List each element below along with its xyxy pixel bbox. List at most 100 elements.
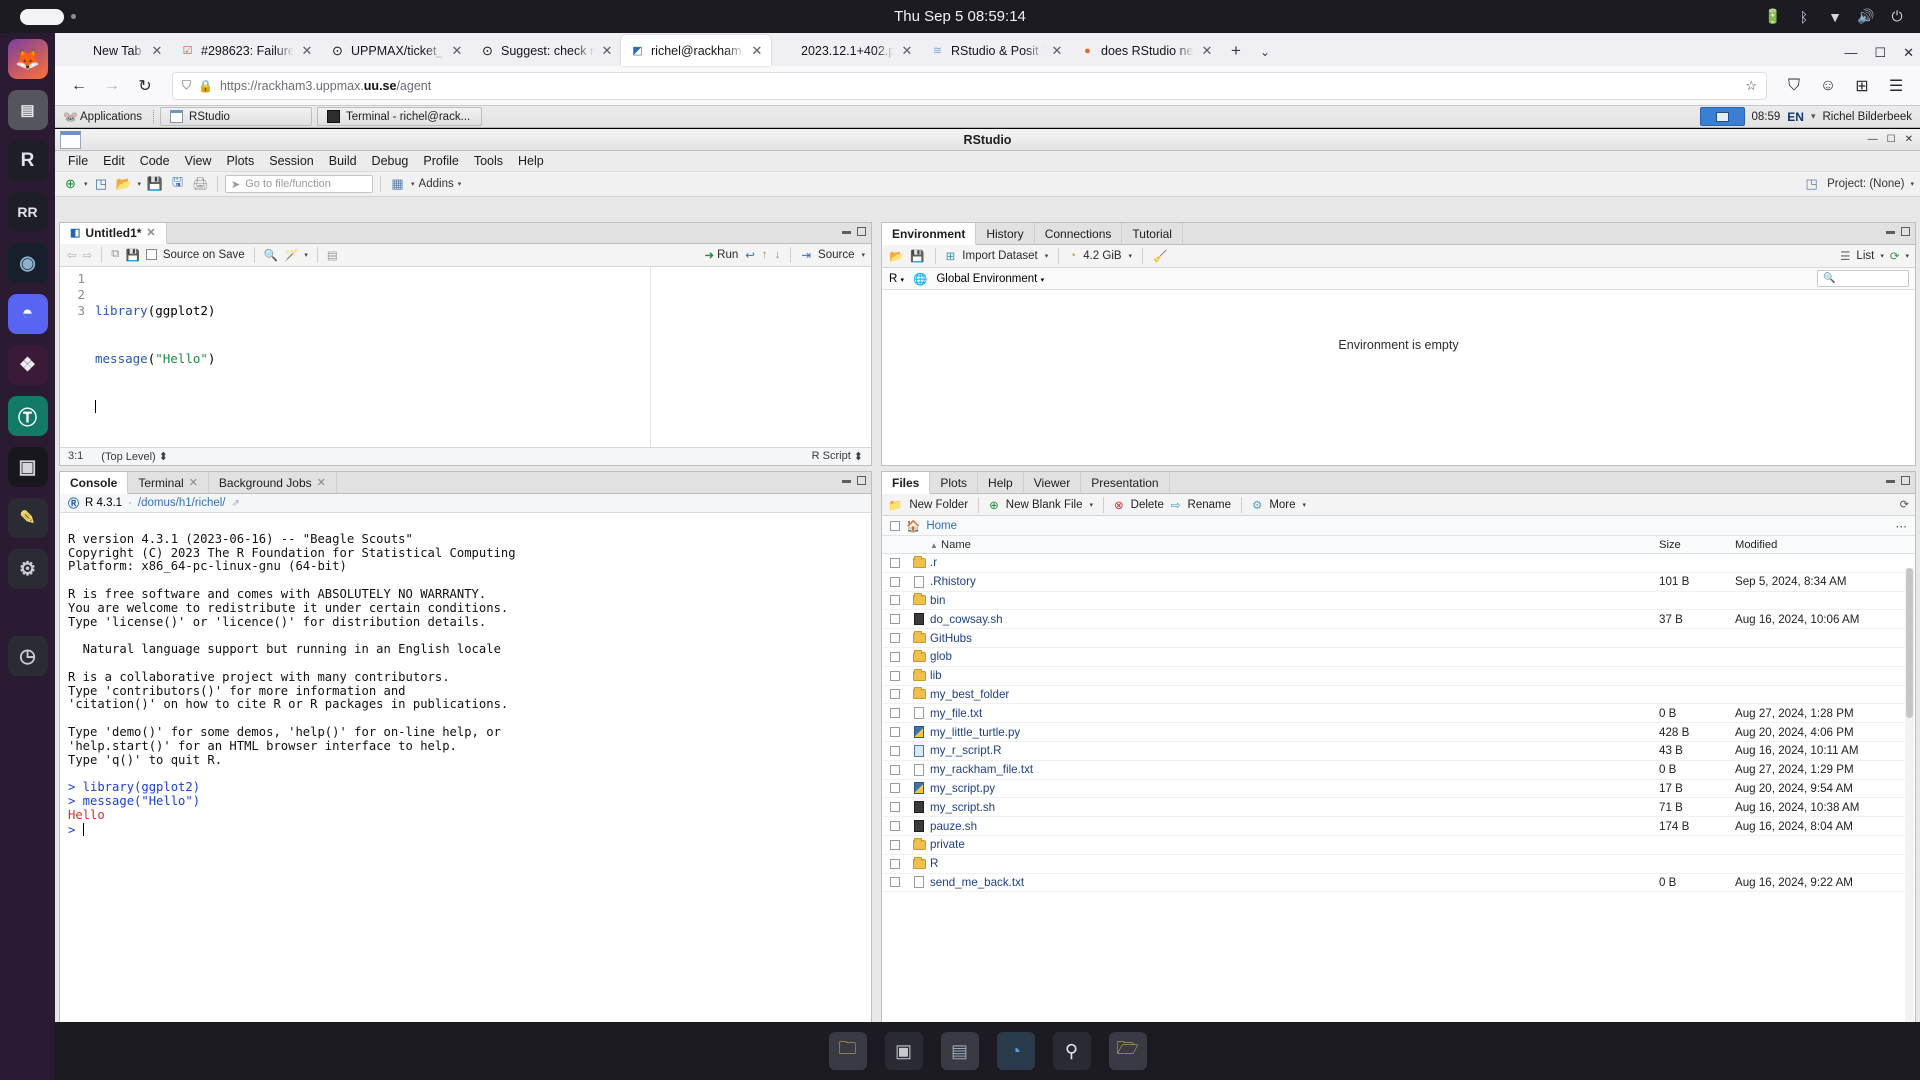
tab-presentation[interactable]: Presentation (1081, 472, 1170, 493)
file-name[interactable]: lib (930, 669, 1659, 682)
lock-icon[interactable]: 🔒 (198, 79, 213, 93)
row-checkbox[interactable] (890, 727, 900, 738)
run-button[interactable]: ➜ Run (705, 248, 739, 262)
file-row[interactable]: private (882, 836, 1915, 855)
row-checkbox[interactable] (890, 858, 900, 869)
save-source-icon[interactable]: 💾 (126, 248, 140, 262)
tab-close-icon[interactable]: ✕ (150, 43, 164, 59)
dock-item-firefox[interactable]: 🦊 (7, 39, 48, 79)
environment-selector[interactable]: Global Environment ▾ (936, 273, 1044, 285)
clear-objects-icon[interactable]: 🧹 (1153, 249, 1167, 263)
code-tools-caret-icon[interactable]: ▾ (304, 251, 308, 259)
browser-tab[interactable]: ☑ #298623: Failure to op ✕ (171, 35, 321, 66)
dock-item-clock[interactable]: ◷ (7, 636, 48, 676)
document-type-selector[interactable]: R Script ⬍ (812, 450, 863, 463)
row-checkbox[interactable] (890, 764, 900, 775)
delete-button[interactable]: Delete (1131, 499, 1164, 511)
reload-button[interactable]: ↻ (130, 72, 160, 100)
tab-environment[interactable]: Environment (882, 223, 977, 245)
file-row[interactable]: my_little_turtle.py 428 B Aug 20, 2024, 4:… (882, 723, 1915, 742)
user-name-label[interactable]: Richel Bilderbeek (1823, 111, 1913, 123)
menu-view[interactable]: View (178, 152, 219, 170)
tab-close-icon[interactable]: ✕ (750, 43, 764, 59)
menu-icon[interactable]: ☰ (1881, 72, 1911, 100)
project-selector[interactable]: ◳ Project: (None) ▾ (1802, 175, 1914, 194)
file-name[interactable]: do_cowsay.sh (930, 613, 1659, 626)
row-checkbox[interactable] (890, 576, 900, 587)
battery-icon[interactable]: 🔋 (1764, 8, 1782, 26)
file-row[interactable]: my_r_script.R 43 B Aug 16, 2024, 10:11 AM (882, 742, 1915, 761)
new-blank-file-caret-icon[interactable]: ▾ (1089, 501, 1093, 509)
file-row[interactable]: do_cowsay.sh 37 B Aug 16, 2024, 10:06 AM (882, 610, 1915, 630)
tab-background-jobs[interactable]: Background Jobs ✕ (209, 472, 337, 493)
tab-terminal[interactable]: Terminal ✕ (128, 472, 209, 493)
workspace-panes-caret-icon[interactable]: ▾ (411, 180, 415, 188)
column-header-size[interactable]: Size (1659, 539, 1735, 551)
scope-selector[interactable]: (Top Level) ⬍ (101, 450, 168, 463)
memory-caret-icon[interactable]: ▾ (1129, 252, 1133, 260)
menu-code[interactable]: Code (133, 152, 177, 170)
menu-edit[interactable]: Edit (96, 152, 132, 170)
back-button[interactable]: ← (64, 72, 94, 100)
close-window-button[interactable]: ✕ (1903, 45, 1914, 61)
browser-tab[interactable]: ≋ RStudio & Posit Workb ✕ (921, 35, 1071, 66)
dock-item-browser-app[interactable]: ◔ (996, 1032, 1035, 1070)
file-row[interactable]: glob (882, 648, 1915, 667)
menu-debug[interactable]: Debug (365, 152, 416, 170)
file-row[interactable]: my_best_folder (882, 686, 1915, 705)
rstudio-minimize-button[interactable]: — (1868, 134, 1878, 145)
new-file-icon[interactable]: ⊕ (61, 175, 80, 194)
file-row[interactable]: my_script.py 17 B Aug 20, 2024, 9:54 AM (882, 780, 1915, 799)
new-folder-button[interactable]: New Folder (909, 499, 968, 511)
dock-item-steam[interactable]: ◉ (7, 243, 48, 283)
row-checkbox[interactable] (890, 633, 900, 644)
source-tab-untitled1[interactable]: ◧ Untitled1* ✕ (60, 223, 167, 244)
save-workspace-icon[interactable]: 💾 (910, 249, 924, 263)
column-header-modified[interactable]: Modified (1735, 539, 1915, 551)
maximize-pane-icon[interactable] (857, 476, 866, 485)
dock-item-folder-app[interactable]: 🗁 (1108, 1032, 1147, 1070)
browser-tab[interactable]: ⊙ Suggest: check running ✕ (471, 35, 621, 66)
tab-console[interactable]: Console (60, 472, 129, 494)
file-name[interactable]: my_best_folder (930, 688, 1659, 701)
code-tools-icon[interactable]: 🪄 (284, 248, 298, 262)
shield-icon[interactable]: ⛉ (182, 78, 191, 93)
source-caret-icon[interactable]: ▾ (861, 251, 865, 259)
back-nav-icon[interactable]: ⇦ (67, 248, 77, 262)
row-checkbox[interactable] (890, 595, 900, 606)
tab-close-icon[interactable]: ✕ (600, 43, 614, 59)
list-all-tabs-button[interactable]: ⌄ (1251, 45, 1279, 59)
show-desktop-button[interactable] (1699, 107, 1745, 126)
breadcrumb-overflow-icon[interactable]: ⋯ (1896, 519, 1908, 533)
source-editor[interactable]: 1 2 3 library(ggplot2) message("Hello") (60, 266, 871, 447)
environment-search-input[interactable]: 🔍 (1817, 270, 1909, 287)
show-in-new-window-icon[interactable]: ⧉ (111, 248, 119, 261)
file-row[interactable]: .Rhistory 101 B Sep 5, 2024, 8:34 AM (882, 573, 1915, 592)
tab-close-icon[interactable]: ✕ (450, 43, 464, 59)
maximize-pane-icon[interactable] (857, 227, 866, 236)
file-name[interactable]: my_script.sh (930, 801, 1659, 814)
tab-close-icon[interactable]: ✕ (317, 476, 326, 489)
dock-item-terminal[interactable]: ▣ (7, 447, 48, 487)
rename-button[interactable]: Rename (1188, 499, 1231, 511)
refresh-caret-icon[interactable]: ▾ (1905, 252, 1909, 260)
tab-history[interactable]: History (976, 223, 1035, 244)
address-bar[interactable]: ⛉ 🔒 https://rackham3.uppmax.uu.se/agent … (172, 71, 1767, 100)
dock-item-archive-app[interactable]: ▤ (940, 1032, 979, 1070)
tab-help[interactable]: Help (978, 472, 1024, 493)
open-in-files-icon[interactable]: ⇗ (232, 498, 240, 509)
row-checkbox[interactable] (890, 783, 900, 794)
import-dataset-button[interactable]: Import Dataset (962, 250, 1037, 262)
file-row[interactable]: bin (882, 592, 1915, 611)
tab-viewer[interactable]: Viewer (1024, 472, 1082, 493)
file-name[interactable]: my_rackham_file.txt (930, 763, 1659, 776)
document-outline-icon[interactable]: ▤ (327, 248, 338, 262)
menu-profile[interactable]: Profile (416, 152, 465, 170)
file-row[interactable]: .r (882, 554, 1915, 573)
row-checkbox[interactable] (890, 839, 900, 850)
file-name[interactable]: glob (930, 650, 1659, 663)
tab-connections[interactable]: Connections (1035, 223, 1123, 244)
file-name[interactable]: R (930, 857, 1659, 870)
bluetooth-icon[interactable]: ᛒ (1795, 8, 1813, 26)
tab-tutorial[interactable]: Tutorial (1122, 223, 1183, 244)
